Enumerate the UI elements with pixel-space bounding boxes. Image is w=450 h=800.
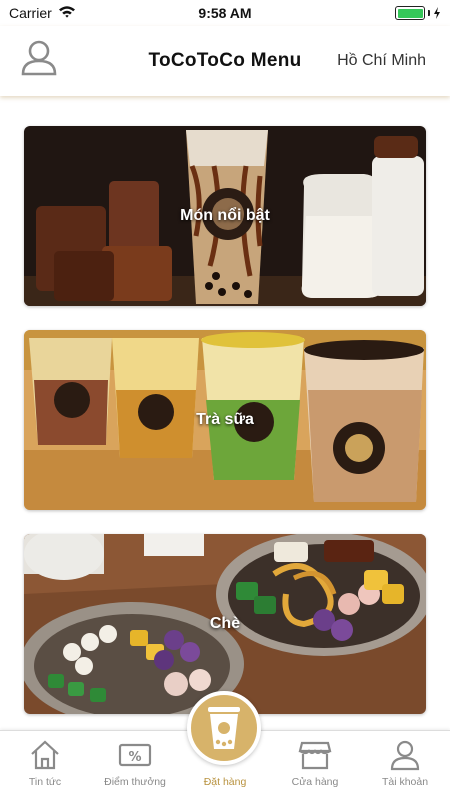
category-card-featured[interactable]: Món nổi bật — [24, 126, 426, 306]
category-card-milk-tea[interactable]: Trà sữa — [24, 330, 426, 510]
tab-account-label: Tài khoản — [381, 776, 429, 788]
user-icon — [390, 740, 420, 771]
tab-news-label: Tin tức — [28, 776, 62, 788]
order-center-button[interactable] — [187, 691, 261, 765]
category-label-che: Chè — [209, 615, 241, 632]
tab-account[interactable]: Tài khoản — [360, 739, 450, 788]
ticket-icon: % — [118, 743, 152, 767]
house-icon — [31, 740, 59, 770]
tab-rewards[interactable]: % Điểm thưởng — [90, 739, 180, 788]
store-icon — [298, 741, 332, 770]
wifi-icon — [58, 5, 76, 21]
tab-order-label: Đặt hàng — [203, 776, 247, 788]
carrier-label: Carrier — [9, 5, 52, 21]
tab-stores-label: Cửa hàng — [291, 776, 339, 788]
status-bar: Carrier 9:58 AM — [0, 0, 450, 26]
bottom-tab-bar: Tin tức % Điểm thưởng Đặt hàng Cửa hàng … — [0, 691, 450, 800]
category-label-featured: Món nổi bật — [180, 207, 270, 224]
category-card-che[interactable]: Chè — [24, 534, 426, 714]
city-selector[interactable]: Hồ Chí Minh — [337, 52, 426, 70]
tab-stores[interactable]: Cửa hàng — [270, 739, 360, 788]
tab-news[interactable]: Tin tức — [0, 739, 90, 788]
battery-icon — [395, 6, 441, 20]
svg-text:%: % — [128, 750, 141, 765]
header-bar: ToCoToCo Menu Hồ Chí Minh — [0, 26, 450, 96]
category-list: Món nổi bật Trà sữa Chè — [0, 96, 450, 730]
bubble-tea-icon — [208, 707, 240, 749]
tab-rewards-label: Điểm thưởng — [104, 776, 166, 788]
category-label-milk-tea: Trà sữa — [196, 411, 254, 428]
